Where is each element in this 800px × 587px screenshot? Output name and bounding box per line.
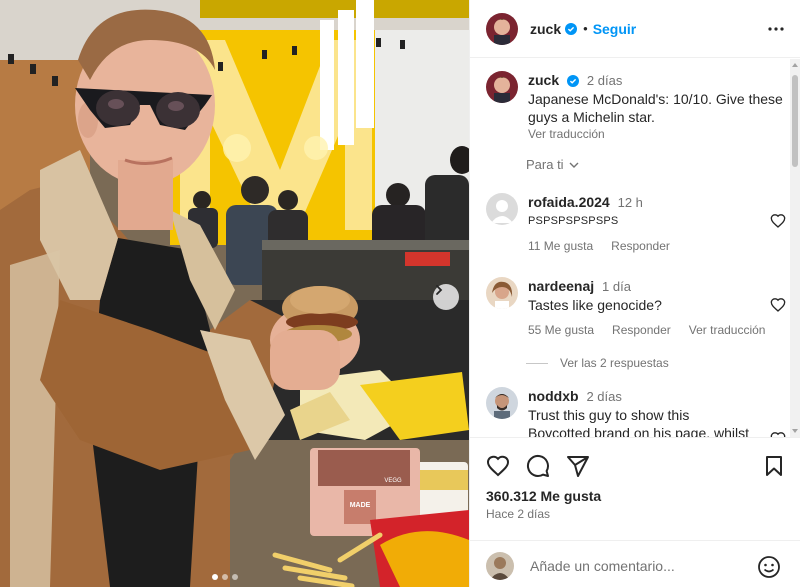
emoji-icon[interactable] bbox=[757, 555, 781, 579]
current-user-avatar bbox=[486, 552, 514, 580]
comment-reply-button[interactable]: Responder bbox=[611, 239, 670, 253]
caption-username[interactable]: zuck bbox=[528, 72, 559, 88]
comment-text: Tastes like genocide? bbox=[528, 297, 662, 313]
scrollbar-thumb[interactable] bbox=[792, 75, 798, 167]
follow-button[interactable]: Seguir bbox=[593, 21, 637, 37]
comment-item: rofaida.2024 12 h PSPSPSPSPSPS 11 Me gus… bbox=[486, 193, 786, 253]
next-arrow-icon bbox=[436, 285, 443, 295]
action-icons-row bbox=[486, 454, 786, 478]
author-avatar[interactable] bbox=[486, 12, 518, 45]
commenter-username[interactable]: nardeenaj bbox=[528, 278, 594, 294]
next-photo-button[interactable] bbox=[433, 284, 459, 310]
like-count[interactable]: 360.312 Me gusta bbox=[486, 488, 601, 504]
comment-icon[interactable] bbox=[526, 454, 550, 478]
heart-icon[interactable] bbox=[770, 213, 786, 229]
post-header: zuck • Seguir bbox=[470, 0, 800, 58]
scroll-down-arrow[interactable] bbox=[792, 429, 798, 433]
comment-time[interactable]: 12 h bbox=[618, 195, 643, 210]
add-comment-bar bbox=[470, 540, 800, 587]
heart-icon[interactable] bbox=[770, 297, 786, 313]
comment-filter-dropdown[interactable]: Para ti bbox=[526, 157, 580, 172]
carousel-indicator bbox=[212, 574, 238, 580]
commenter-avatar[interactable] bbox=[486, 277, 518, 309]
commenter-username[interactable]: noddxb bbox=[528, 388, 579, 404]
caption-text-line-1: Japanese McDonald's: 10/10. Give these bbox=[528, 91, 783, 107]
comment-item: noddxb 2 días Trust this guy to show thi… bbox=[486, 387, 786, 437]
comment-item: nardeenaj 1 día Tastes like genocide? 55… bbox=[486, 277, 786, 337]
post-actions-footer: 360.312 Me gusta Hace 2 días bbox=[470, 437, 800, 587]
view-replies-label: Ver las 2 respuestas bbox=[560, 356, 669, 370]
box-brand-text: MADE bbox=[350, 502, 371, 509]
comment-text-line-2: Boycotted brand on his page, whilst bbox=[528, 425, 750, 437]
header-separator: • bbox=[583, 21, 588, 36]
caption-text-line-2: guys a Michelin star. bbox=[528, 109, 655, 125]
commenter-avatar[interactable] bbox=[486, 193, 518, 225]
view-replies-link[interactable]: Ver las 2 respuestas bbox=[526, 356, 669, 370]
replies-divider bbox=[526, 362, 548, 364]
post-side-panel: zuck • Seguir zuck 2 días Japanese McDon… bbox=[469, 0, 800, 587]
comments-scrollbar[interactable] bbox=[790, 59, 800, 437]
post-timestamp: Hace 2 días bbox=[486, 507, 551, 521]
carousel-dot bbox=[212, 574, 218, 580]
comment-text: PSPSPSPSPSPS bbox=[528, 215, 619, 227]
box-sub-text: VEGG bbox=[384, 478, 402, 484]
post-caption: zuck 2 días Japanese McDonald's: 10/10. … bbox=[486, 71, 786, 142]
heart-icon[interactable] bbox=[486, 454, 510, 478]
comment-time[interactable]: 1 día bbox=[602, 279, 631, 294]
post-photo: MADE VEGG bbox=[0, 0, 469, 587]
comment-text-line-1: Trust this guy to show this bbox=[528, 407, 690, 423]
comment-like-count[interactable]: 55 Me gusta bbox=[528, 323, 594, 337]
comment-like-count[interactable]: 11 Me gusta bbox=[528, 239, 593, 253]
comment-time[interactable]: 2 días bbox=[586, 389, 621, 404]
commenter-avatar[interactable] bbox=[486, 387, 518, 419]
carousel-dot bbox=[232, 574, 238, 580]
comments-list[interactable]: zuck 2 días Japanese McDonald's: 10/10. … bbox=[470, 59, 800, 437]
caption-time[interactable]: 2 días bbox=[587, 73, 622, 88]
add-comment-input[interactable] bbox=[530, 555, 750, 577]
comment-reply-button[interactable]: Responder bbox=[612, 323, 671, 337]
author-username[interactable]: zuck bbox=[530, 21, 561, 37]
scroll-up-arrow[interactable] bbox=[792, 63, 798, 67]
save-icon[interactable] bbox=[762, 454, 786, 478]
chevron-down-icon bbox=[569, 162, 579, 168]
verified-badge-icon bbox=[565, 22, 578, 35]
caption-translate-link[interactable]: Ver traducción bbox=[528, 126, 783, 142]
carousel-dot bbox=[222, 574, 228, 580]
author-avatar[interactable] bbox=[486, 71, 518, 103]
photo-illustration: MADE VEGG bbox=[0, 0, 469, 587]
verified-badge-icon bbox=[567, 75, 580, 87]
more-icon[interactable] bbox=[767, 20, 785, 38]
comment-translate-link[interactable]: Ver traducción bbox=[689, 323, 766, 337]
comment-filter-label: Para ti bbox=[526, 157, 564, 172]
share-icon[interactable] bbox=[566, 454, 590, 478]
commenter-username[interactable]: rofaida.2024 bbox=[528, 194, 610, 210]
